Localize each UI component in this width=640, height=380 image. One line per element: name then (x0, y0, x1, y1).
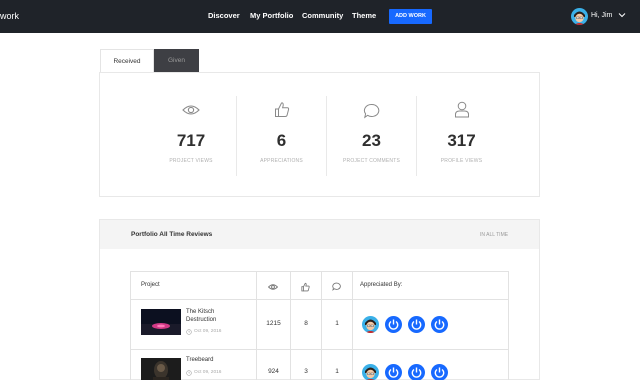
avatar-power-icon[interactable] (431, 316, 448, 333)
avatar[interactable] (571, 8, 588, 25)
project-views: 1215 (266, 320, 281, 327)
project-title[interactable]: Treebeard (186, 357, 246, 365)
add-work-button[interactable]: ADD WORK (389, 9, 432, 24)
project-thumbnail[interactable] (141, 309, 181, 335)
project-appreciations: 8 (304, 320, 308, 327)
project-thumbnail[interactable] (141, 358, 181, 380)
project-appreciations: 3 (304, 368, 308, 375)
top-navbar: work Discover My Portfolio Community The… (0, 0, 640, 33)
nav-my-portfolio[interactable]: My Portfolio (250, 11, 293, 20)
stat-value: 717 (176, 131, 206, 150)
project-views: 924 (268, 368, 279, 375)
nav-community[interactable]: Community (302, 11, 343, 20)
chevron-down-icon[interactable] (617, 10, 627, 20)
avatar-power-icon[interactable] (408, 364, 425, 380)
project-date: Oct 09, 2016 (194, 329, 222, 334)
avatar-power-icon[interactable] (431, 364, 448, 380)
project-date: Oct 09, 2016 (194, 370, 222, 375)
column-header-project: Project (141, 282, 160, 288)
stat-label: APPRECIATIONS (260, 158, 303, 164)
clock-icon (186, 329, 192, 335)
stats-panel: 717 PROJECT VIEWS 6 APPRECIATIONS 23 PRO… (99, 72, 540, 197)
reviews-table: Project Appreciated By: The Kitsch Destr… (130, 271, 509, 380)
stat-profile-views: 317 PROFILE VIEWS (416, 96, 506, 176)
project-title[interactable]: The Kitsch Destruction (186, 309, 246, 324)
stat-label: PROJECT COMMENTS (343, 158, 400, 164)
stat-label: PROFILE VIEWS (440, 158, 483, 164)
reviews-title: Portfolio All Time Reviews (131, 231, 213, 238)
thumbs-up-icon (301, 282, 310, 292)
person-icon (454, 101, 469, 118)
avatar[interactable] (362, 364, 379, 380)
comment-icon (332, 282, 341, 291)
project-comments: 1 (335, 368, 339, 375)
avatar-power-icon[interactable] (385, 364, 402, 380)
avatar[interactable] (362, 316, 379, 333)
eye-icon (268, 284, 278, 290)
tab-given[interactable]: Given (154, 49, 199, 72)
clock-icon (186, 370, 192, 376)
avatar-power-icon[interactable] (385, 316, 402, 333)
column-header-appreciated-by: Appreciated By: (360, 282, 403, 288)
stat-label: PROJECT VIEWS (169, 158, 213, 164)
avatar-power-icon[interactable] (408, 316, 425, 333)
stat-appreciations: 6 APPRECIATIONS (236, 96, 326, 176)
nav-discover[interactable]: Discover (208, 11, 240, 20)
eye-icon (182, 105, 200, 115)
brand-logo[interactable]: work (0, 11, 19, 21)
nav-theme[interactable]: Theme (352, 11, 376, 20)
project-comments: 1 (335, 320, 339, 327)
stat-value: 6 (276, 131, 287, 150)
comment-icon (363, 103, 380, 119)
stat-project-comments: 23 PROJECT COMMENTS (326, 96, 416, 176)
time-range-filter[interactable]: IN ALL TIME (480, 232, 508, 238)
reviews-header: Portfolio All Time Reviews IN ALL TIME (100, 220, 539, 249)
stat-project-views: 717 PROJECT VIEWS (146, 96, 236, 176)
tab-received[interactable]: Received (100, 49, 154, 72)
thumbs-up-icon (274, 102, 289, 117)
stat-value: 23 (362, 131, 381, 150)
stat-value: 317 (447, 131, 476, 150)
user-greeting[interactable]: Hi, Jim (591, 12, 612, 19)
